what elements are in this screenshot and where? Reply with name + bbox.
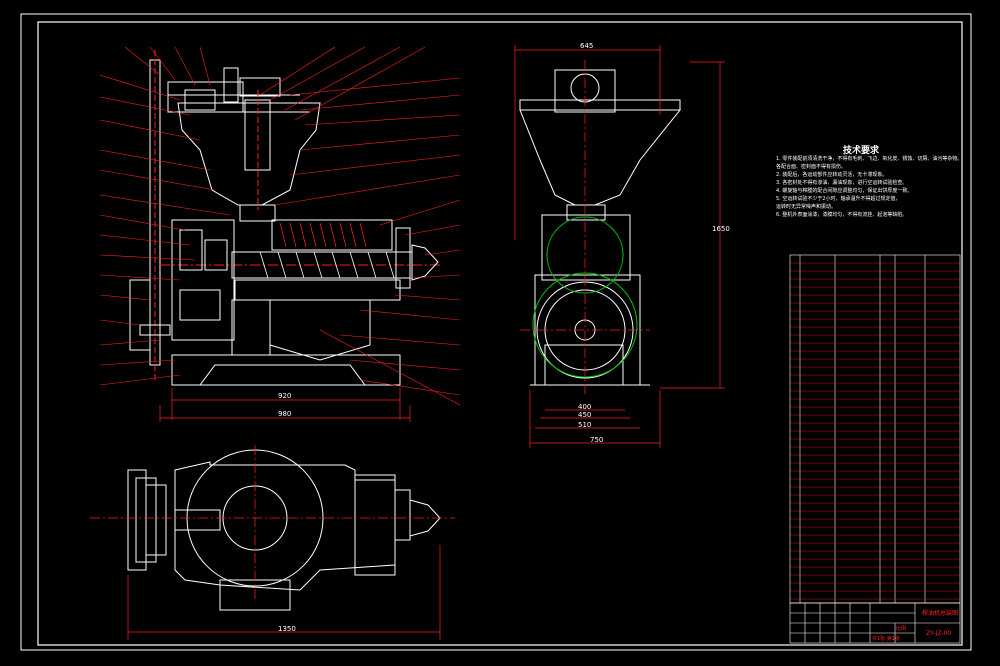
- dim-side-height: 1650: [712, 225, 730, 233]
- dim-side-base-4: 750: [590, 436, 604, 444]
- dim-side-top: 645: [580, 42, 594, 50]
- tech-requirement-line: 4. 螺旋轴与榨膛的配合间隙应调整均匀，保证出饼厚度一致。: [776, 188, 913, 194]
- sheet-label: 共1张 第1张: [872, 636, 900, 642]
- dim-side-base-3: 510: [578, 421, 592, 429]
- tech-requirement-line: 6. 整机外表面涂漆，漆膜均匀，不得有流挂、起泡等缺陷。: [776, 212, 908, 218]
- cad-drawing: [20, 13, 972, 651]
- dim-front-width-inner: 920: [278, 392, 292, 400]
- tech-requirement-line: 运转时无异常噪声和振动。: [776, 204, 837, 210]
- tech-requirement-line: 各配合面、密封面不得有损伤。: [776, 164, 847, 170]
- plan-view: [127, 449, 441, 611]
- front-view: [129, 50, 440, 386]
- front-view-leaders: [99, 46, 461, 406]
- dim-plan-length: 1350: [278, 625, 296, 633]
- tech-requirement-line: 3. 各密封处不得有渗油、漏油现象，进行空运转试验检查。: [776, 180, 908, 186]
- plan-view-centerlines: [90, 445, 455, 640]
- dim-side-base-2: 450: [578, 411, 592, 419]
- tech-requirement-line: 5. 空运转试验不少于2小时，轴承温升不得超过规定值，: [776, 196, 901, 202]
- drawing-name: 榨油机总装图: [922, 610, 959, 617]
- drawing-number: ZY-JZ-00: [926, 630, 952, 637]
- parts-list-rows: [790, 262, 960, 600]
- side-view-centerlines: [514, 45, 725, 448]
- tech-requirement-line: 1. 零件装配前须清洗干净，不得有毛刺、飞边、氧化皮、锈蚀、切屑、油污等杂物。: [776, 156, 963, 162]
- scale-label: 比例: [896, 626, 907, 632]
- tech-requirement-line: 2. 装配后，各运动部件应转动灵活，无卡滞现象。: [776, 172, 888, 178]
- dim-front-width-outer: 980: [278, 410, 292, 418]
- dim-side-base-1: 400: [578, 403, 592, 411]
- tech-requirements-list: 1. 零件装配前须清洗干净，不得有毛刺、飞边、氧化皮、锈蚀、切屑、油污等杂物。 …: [776, 155, 962, 219]
- inner-border: [37, 21, 963, 646]
- side-view: [519, 69, 682, 386]
